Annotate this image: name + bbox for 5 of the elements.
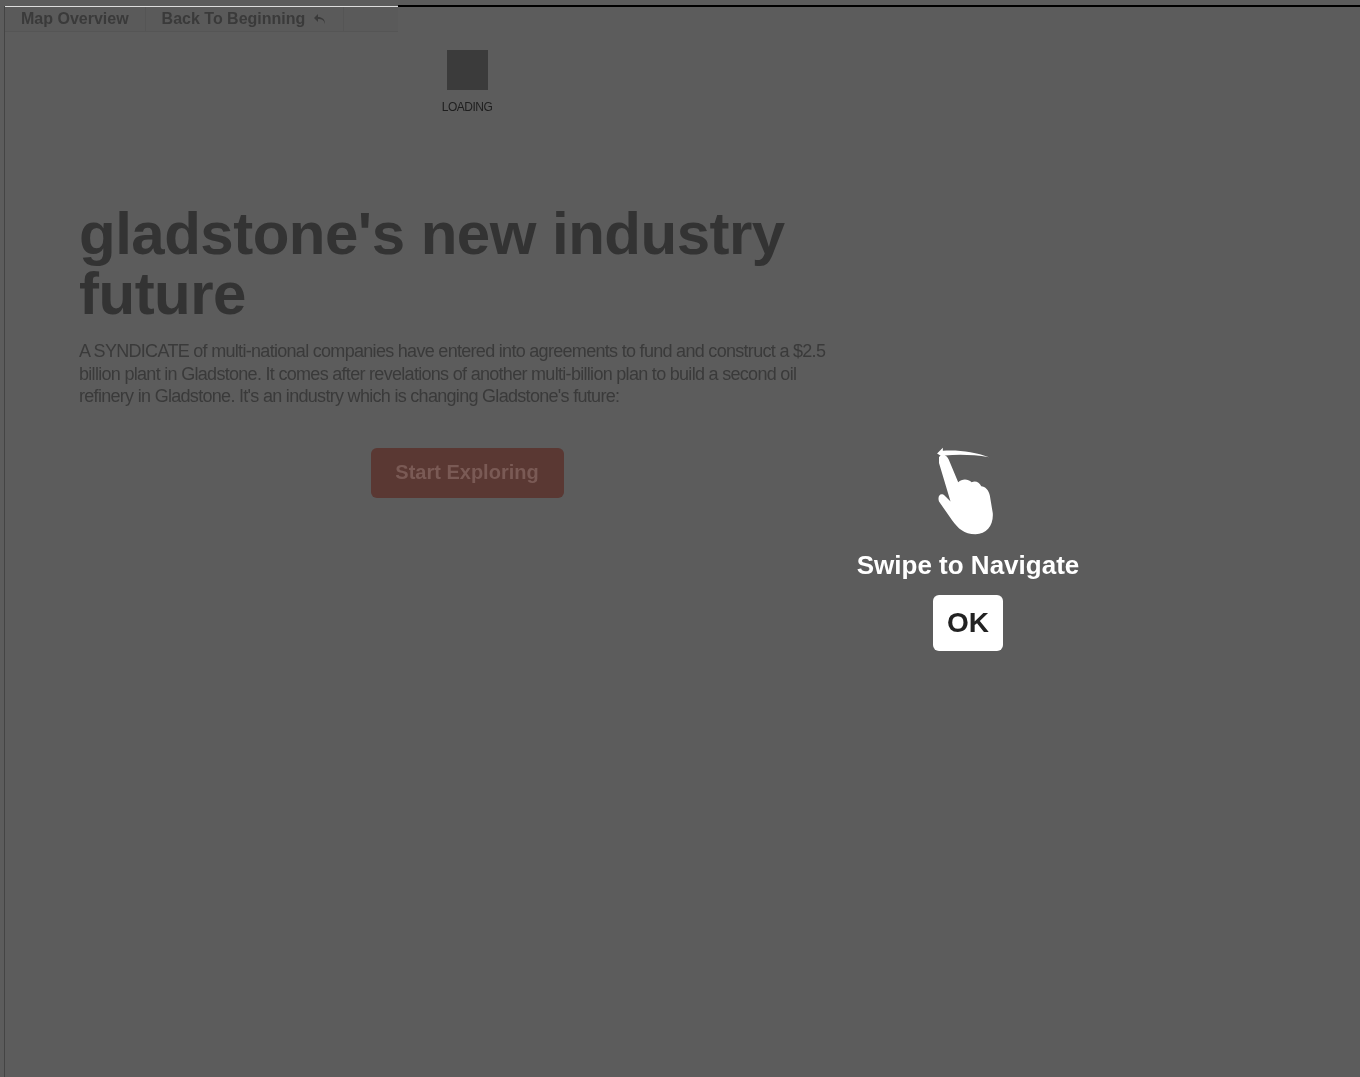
ok-button[interactable]: OK — [933, 595, 1003, 651]
back-arrow-icon — [313, 12, 328, 26]
loading-square — [446, 50, 488, 90]
loading-label: LOADING — [441, 100, 493, 114]
swipe-message: Swipe to Navigate — [856, 550, 1080, 581]
